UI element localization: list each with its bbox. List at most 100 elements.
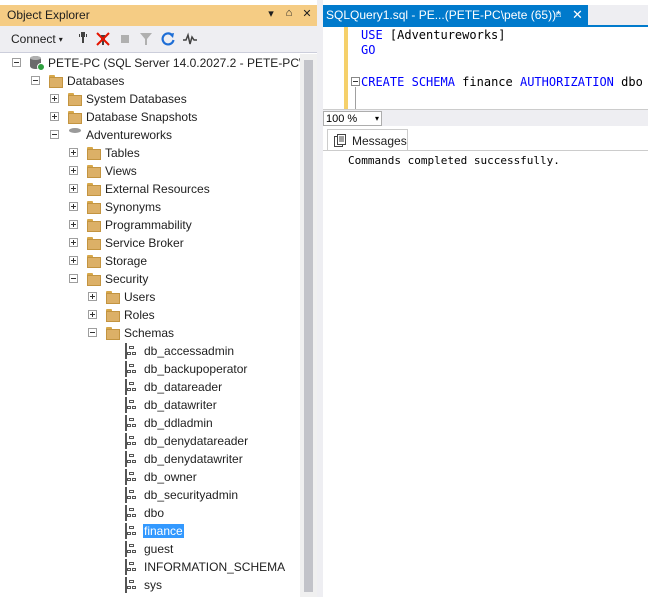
folder-icon xyxy=(48,73,64,89)
tree-node-schema[interactable]: db_owner xyxy=(0,468,300,486)
tree-node-label: db_datawriter xyxy=(144,398,217,412)
expand-toggle[interactable] xyxy=(50,94,59,103)
window-position-dropdown-icon[interactable]: ▾ xyxy=(266,7,276,20)
stop-icon[interactable] xyxy=(117,31,133,47)
zoom-select[interactable]: 100 % ▾ xyxy=(323,111,382,126)
titlebar-icons: ▾ ⌂ ✕ xyxy=(266,7,312,20)
object-explorer-tree: PETE-PC (SQL Server 14.0.2027.2 - PETE-P… xyxy=(0,54,319,597)
expand-toggle[interactable] xyxy=(69,184,78,193)
connect-object-explorer-icon[interactable] xyxy=(75,31,91,47)
tree-node-label: INFORMATION_SCHEMA xyxy=(144,560,286,574)
tree-node-schema[interactable]: db_accessadmin xyxy=(0,342,300,360)
tree-node-service-broker[interactable]: Service Broker xyxy=(0,234,300,252)
expand-toggle[interactable] xyxy=(69,148,78,157)
tree-node-label: finance xyxy=(143,524,184,538)
pin-icon[interactable]: ⌂ xyxy=(284,7,294,20)
tree-node-server[interactable]: PETE-PC (SQL Server 14.0.2027.2 - PETE-P… xyxy=(0,54,319,72)
collapse-toggle[interactable] xyxy=(50,130,59,139)
folder-icon xyxy=(86,217,102,233)
tree-node-views[interactable]: Views xyxy=(0,162,300,180)
tree-node-label: PETE-PC (SQL Server 14.0.2027.2 - PETE-P… xyxy=(48,56,319,70)
expand-toggle[interactable] xyxy=(69,166,78,175)
tree-node-label: Synonyms xyxy=(105,200,162,214)
folder-icon xyxy=(67,91,83,107)
schema-icon xyxy=(124,577,140,593)
tree-node-system-databases[interactable]: System Databases xyxy=(0,90,300,108)
tree-node-label: Security xyxy=(105,272,149,286)
collapse-toggle[interactable] xyxy=(31,76,40,85)
folder-icon xyxy=(86,145,102,161)
tree-vertical-scrollbar[interactable] xyxy=(300,54,317,597)
tree-node-adventureworks[interactable]: Adventureworks xyxy=(0,126,300,144)
close-tab-icon[interactable]: ✕ xyxy=(572,7,583,23)
tree-node-schemas[interactable]: Schemas xyxy=(0,324,300,342)
tree-node-schema[interactable]: db_backupoperator xyxy=(0,360,300,378)
chevron-down-icon[interactable]: ▾ xyxy=(375,114,379,123)
tree-node-storage[interactable]: Storage xyxy=(0,252,300,270)
collapse-toggle[interactable] xyxy=(88,328,97,337)
tree-node-schema[interactable]: guest xyxy=(0,540,300,558)
tree-node-label: Databases xyxy=(67,74,125,88)
expand-toggle[interactable] xyxy=(69,202,78,211)
tree-node-users[interactable]: Users xyxy=(0,288,300,306)
expand-toggle[interactable] xyxy=(69,238,78,247)
activity-monitor-icon[interactable] xyxy=(182,31,198,47)
tree-node-schema[interactable]: db_datareader xyxy=(0,378,300,396)
tree-node-external-resources[interactable]: External Resources xyxy=(0,180,300,198)
folder-icon xyxy=(86,199,102,215)
tree-node-label: db_owner xyxy=(144,470,197,484)
tree-node-label: Roles xyxy=(124,308,155,322)
tree-node-roles[interactable]: Roles xyxy=(0,306,300,324)
filter-icon[interactable] xyxy=(138,31,154,47)
tree-node-label: Programmability xyxy=(105,218,192,232)
tree-node-label: db_accessadmin xyxy=(144,344,235,358)
tree-node-label: db_backupoperator xyxy=(144,362,248,376)
tree-node-schema[interactable]: db_securityadmin xyxy=(0,486,300,504)
connect-dropdown-icon[interactable]: ▾ xyxy=(59,35,63,44)
folder-icon xyxy=(67,109,83,125)
expand-toggle[interactable] xyxy=(69,220,78,229)
tree-node-schema[interactable]: db_denydatawriter xyxy=(0,450,300,468)
tree-node-security[interactable]: Security xyxy=(0,270,300,288)
tree-node-databases[interactable]: Databases xyxy=(0,72,300,90)
query-document-tab[interactable]: SQLQuery1.sql - PE...(PETE-PC\pete (65))… xyxy=(323,5,588,25)
tree-node-schema[interactable]: INFORMATION_SCHEMA xyxy=(0,558,300,576)
pin-tab-icon[interactable]: ⌂ xyxy=(555,8,562,20)
code-fold-toggle[interactable] xyxy=(351,77,360,86)
tree-node-schema[interactable]: db_datawriter xyxy=(0,396,300,414)
query-editor-panel: SQLQuery1.sql - PE...(PETE-PC\pete (65))… xyxy=(323,0,648,597)
collapse-toggle[interactable] xyxy=(69,274,78,283)
tree-node-label: db_denydatawriter xyxy=(144,452,243,466)
tree-node-label: Service Broker xyxy=(105,236,184,250)
scrollbar-thumb[interactable] xyxy=(304,60,313,592)
tree-node-tables[interactable]: Tables xyxy=(0,144,300,162)
expand-toggle[interactable] xyxy=(88,310,97,319)
code-line-4: CREATE SCHEMA finance AUTHORIZATION dbo xyxy=(361,74,643,90)
tab-messages[interactable]: Messages xyxy=(327,129,408,151)
connect-button[interactable]: Connect ▾ xyxy=(11,32,63,46)
disconnect-icon[interactable] xyxy=(95,31,111,47)
tree-node-synonyms[interactable]: Synonyms xyxy=(0,198,300,216)
tree-node-schema-selected[interactable]: finance xyxy=(0,522,300,540)
sql-editor[interactable]: USE [Adventureworks] GO CREATE SCHEMA fi… xyxy=(323,27,648,109)
code-text: dbo xyxy=(613,75,643,89)
collapse-toggle[interactable] xyxy=(12,58,21,67)
tree-node-label: Adventureworks xyxy=(86,128,173,142)
expand-toggle[interactable] xyxy=(69,256,78,265)
tree-node-label: System Databases xyxy=(86,92,187,106)
schema-icon xyxy=(124,487,140,503)
tree-node-programmability[interactable]: Programmability xyxy=(0,216,300,234)
tree-node-schema[interactable]: sys xyxy=(0,576,300,594)
object-explorer-toolbar: Connect ▾ xyxy=(0,26,318,53)
expand-toggle[interactable] xyxy=(50,112,59,121)
tree-node-schema[interactable]: db_ddladmin xyxy=(0,414,300,432)
schema-icon xyxy=(124,559,140,575)
schema-icon xyxy=(124,433,140,449)
tree-node-database-snapshots[interactable]: Database Snapshots xyxy=(0,108,300,126)
close-icon[interactable]: ✕ xyxy=(302,7,312,20)
tree-node-schema[interactable]: db_denydatareader xyxy=(0,432,300,450)
refresh-icon[interactable] xyxy=(160,31,176,47)
tree-node-label: Schemas xyxy=(124,326,175,340)
expand-toggle[interactable] xyxy=(88,292,97,301)
tree-node-schema[interactable]: dbo xyxy=(0,504,300,522)
